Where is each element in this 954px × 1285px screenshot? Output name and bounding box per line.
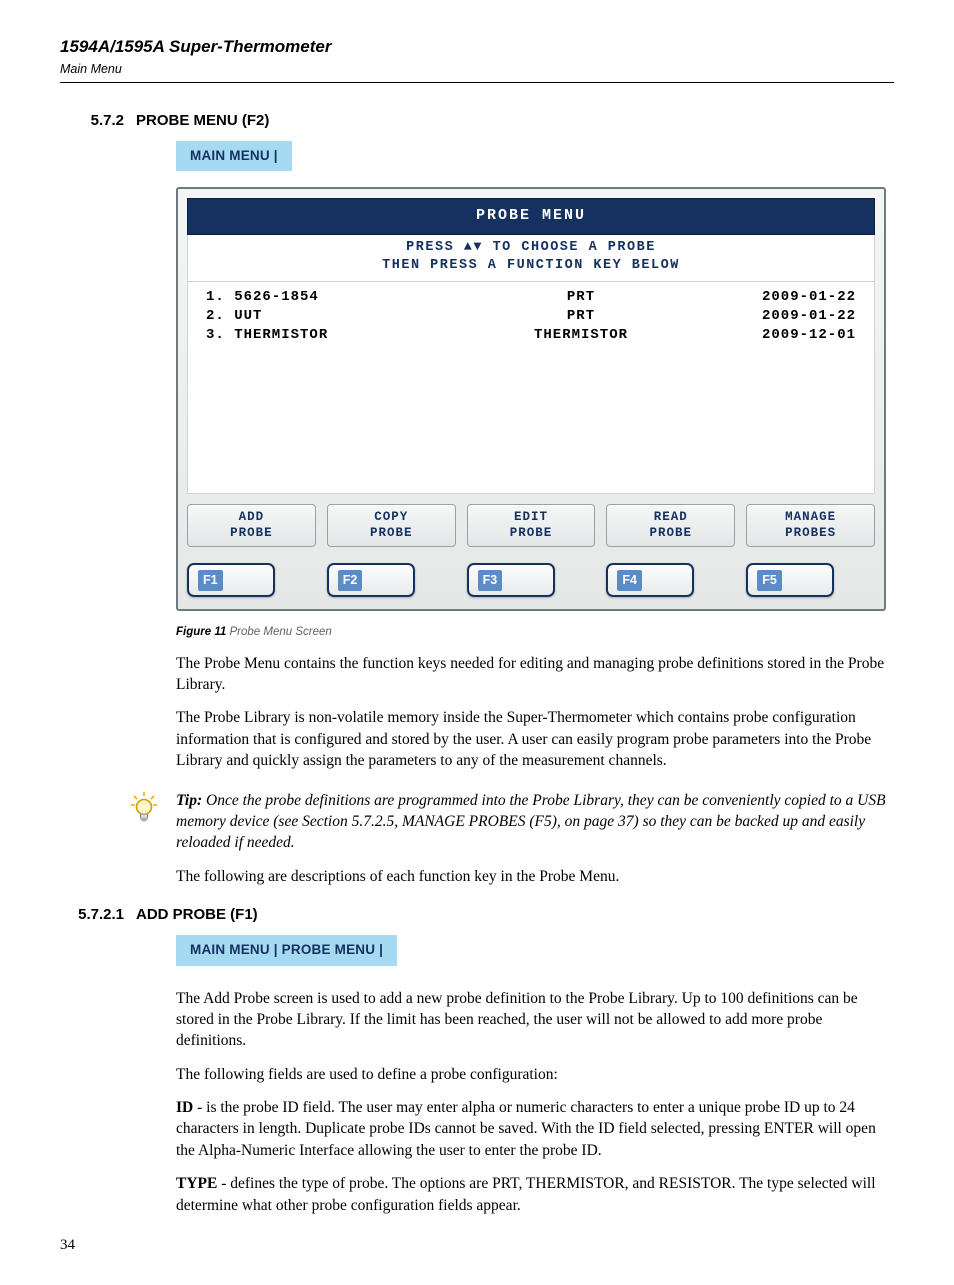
breadcrumb: MAIN MENU | [176, 141, 292, 171]
f2-key[interactable]: F2 [327, 563, 415, 597]
instruction-bar: PRESS ▲▼ TO CHOOSE A PROBE THEN PRESS A … [187, 235, 875, 282]
figure-label: Figure 11 [176, 626, 226, 638]
probe-id: 3. THERMISTOR [206, 326, 436, 345]
section-title: ADD PROBE (F1) [136, 905, 258, 925]
content-column: MAIN MENU | PROBE MENU PRESS ▲▼ TO CHOOS… [176, 131, 886, 887]
running-head: 1594A/1595A Super-Thermometer Main Menu [60, 36, 894, 78]
softkey-copy-probe[interactable]: COPY PROBE [327, 504, 456, 547]
breadcrumb: MAIN MENU | PROBE MENU | [176, 935, 397, 965]
instruction-line-1: PRESS ▲▼ TO CHOOSE A PROBE [188, 239, 874, 257]
lightbulb-icon [130, 790, 176, 854]
f1-key[interactable]: F1 [187, 563, 275, 597]
running-head-sub: Main Menu [60, 61, 894, 78]
probe-date: 2009-12-01 [726, 326, 856, 345]
function-key-row: F1 F2 F3 F4 F5 [187, 563, 875, 597]
probe-list[interactable]: 1. 5626-1854 PRT 2009-01-22 2. UUT PRT 2… [187, 282, 875, 494]
paragraph: The following are descriptions of each f… [176, 866, 886, 887]
paragraph: The Add Probe screen is used to add a ne… [176, 988, 886, 1052]
content-column: MAIN MENU | PROBE MENU | The Add Probe s… [176, 925, 886, 1216]
softkey-edit-probe[interactable]: EDIT PROBE [467, 504, 596, 547]
probe-id: 2. UUT [206, 307, 436, 326]
section-number: 5.7.2.1 [60, 905, 136, 925]
probe-type: THERMISTOR [491, 326, 671, 345]
softkey-label-line2: PROBE [188, 526, 315, 542]
device-screen: PROBE MENU PRESS ▲▼ TO CHOOSE A PROBE TH… [176, 187, 886, 611]
page-number: 34 [60, 1235, 75, 1255]
list-item[interactable]: 1. 5626-1854 PRT 2009-01-22 [206, 288, 856, 307]
softkey-label-line1: EDIT [468, 510, 595, 526]
tip-label: Tip: [176, 792, 202, 809]
probe-id: 1. 5626-1854 [206, 288, 436, 307]
figure-caption-text: Probe Menu Screen [226, 626, 331, 638]
list-item[interactable]: 3. THERMISTOR THERMISTOR 2009-12-01 [206, 326, 856, 345]
f3-key[interactable]: F3 [467, 563, 555, 597]
paragraph: The following fields are used to define … [176, 1064, 886, 1085]
softkey-label-line2: PROBE [607, 526, 734, 542]
softkey-label-line2: PROBES [747, 526, 874, 542]
field-text: - is the probe ID field. The user may en… [176, 1099, 876, 1159]
tip-text: Tip: Once the probe definitions are prog… [176, 790, 886, 854]
product-title: 1594A/1595A Super-Thermometer [60, 36, 894, 59]
section-number: 5.7.2 [60, 111, 136, 131]
figure-caption: Figure 11 Probe Menu Screen [176, 625, 886, 641]
paragraph: The Probe Library is non-volatile memory… [176, 707, 886, 771]
softkey-label-line2: PROBE [468, 526, 595, 542]
section-heading: 5.7.2 PROBE MENU (F2) [60, 111, 894, 131]
section-title: PROBE MENU (F2) [136, 111, 269, 131]
probe-type: PRT [491, 288, 671, 307]
screen-title: PROBE MENU [187, 198, 875, 234]
softkey-manage-probes[interactable]: MANAGE PROBES [746, 504, 875, 547]
field-definition-id: ID - is the probe ID field. The user may… [176, 1097, 886, 1161]
softkey-label-line2: PROBE [328, 526, 455, 542]
probe-type: PRT [491, 307, 671, 326]
page: 1594A/1595A Super-Thermometer Main Menu … [0, 0, 954, 1285]
fkey-label: F4 [617, 570, 642, 591]
field-definition-type: TYPE - defines the type of probe. The op… [176, 1173, 886, 1216]
f4-key[interactable]: F4 [606, 563, 694, 597]
probe-date: 2009-01-22 [726, 288, 856, 307]
softkey-label-line1: READ [607, 510, 734, 526]
fkey-label: F2 [338, 570, 363, 591]
fkey-label: F1 [198, 570, 223, 591]
field-name: TYPE [176, 1175, 217, 1192]
softkey-read-probe[interactable]: READ PROBE [606, 504, 735, 547]
softkey-label-line1: COPY [328, 510, 455, 526]
list-item[interactable]: 2. UUT PRT 2009-01-22 [206, 307, 856, 326]
header-rule [60, 82, 894, 83]
instruction-line-2: THEN PRESS A FUNCTION KEY BELOW [188, 257, 874, 275]
field-text: - defines the type of probe. The options… [176, 1175, 876, 1213]
softkey-label-line1: MANAGE [747, 510, 874, 526]
softkey-add-probe[interactable]: ADD PROBE [187, 504, 316, 547]
softkey-label-line1: ADD [188, 510, 315, 526]
tip-body: Once the probe definitions are programme… [176, 792, 886, 852]
tip-block: Tip: Once the probe definitions are prog… [130, 790, 886, 854]
paragraph: The Probe Menu contains the function key… [176, 653, 886, 696]
fkey-label: F5 [757, 570, 782, 591]
f5-key[interactable]: F5 [746, 563, 834, 597]
section-heading: 5.7.2.1 ADD PROBE (F1) [60, 905, 894, 925]
softkey-row: ADD PROBE COPY PROBE EDIT PROBE READ PRO… [187, 504, 875, 547]
field-name: ID [176, 1099, 193, 1116]
fkey-label: F3 [478, 570, 503, 591]
probe-date: 2009-01-22 [726, 307, 856, 326]
